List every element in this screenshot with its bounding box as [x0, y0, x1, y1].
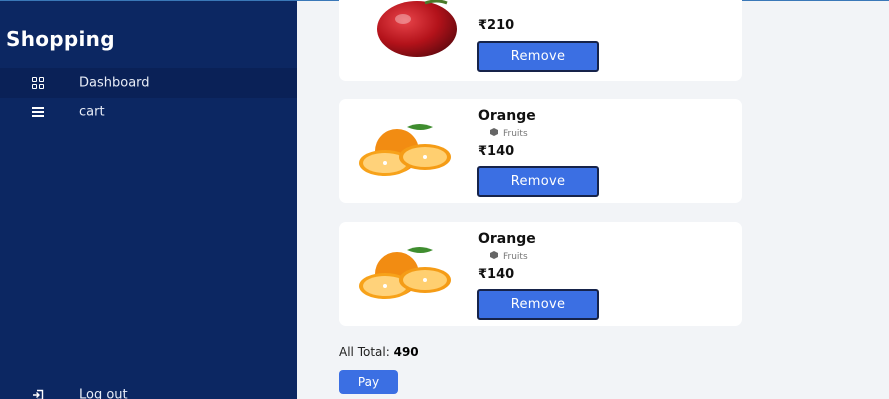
product-category: Fruits	[489, 127, 528, 140]
remove-button[interactable]: Remove	[477, 41, 599, 72]
product-name: Orange	[478, 108, 536, 124]
product-name: Orange	[478, 231, 536, 247]
sidebar: Shopping Dashboard cart Log out	[0, 0, 297, 399]
pay-button[interactable]: Pay	[339, 370, 398, 394]
logout-label: Log out	[79, 387, 128, 399]
logout-icon	[32, 389, 44, 399]
remove-button[interactable]: Remove	[477, 289, 599, 320]
sidebar-item-cart[interactable]: cart	[0, 97, 297, 127]
product-category-label: Fruits	[503, 128, 528, 139]
list-icon	[32, 106, 44, 118]
product-image-apple	[355, 0, 459, 59]
sidebar-item-label: cart	[79, 104, 105, 120]
app-brand: Shopping	[6, 27, 115, 51]
product-image-orange	[355, 244, 459, 304]
cart-item-card: ₹210 Remove	[339, 0, 742, 81]
logout-button[interactable]: Log out	[0, 380, 297, 399]
cart-total: All Total: 490	[339, 345, 419, 359]
cart-main: ₹210 Remove Orange Fruits ₹140 Remove Or…	[297, 0, 889, 399]
remove-button[interactable]: Remove	[477, 166, 599, 197]
total-value: 490	[393, 345, 419, 359]
cart-item-card: Orange Fruits ₹140 Remove	[339, 99, 742, 203]
product-price: ₹140	[478, 267, 515, 282]
cart-item-card: Orange Fruits ₹140 Remove	[339, 222, 742, 326]
sidebar-item-dashboard[interactable]: Dashboard	[0, 68, 297, 98]
product-price: ₹140	[478, 144, 515, 159]
category-icon	[489, 250, 499, 263]
total-label: All Total:	[339, 345, 390, 359]
category-icon	[489, 127, 499, 140]
product-category-label: Fruits	[503, 251, 528, 262]
dashboard-grid-icon	[32, 77, 44, 89]
sidebar-item-label: Dashboard	[79, 75, 150, 91]
product-image-orange	[355, 121, 459, 181]
product-price: ₹210	[478, 18, 515, 33]
product-category: Fruits	[489, 250, 528, 263]
